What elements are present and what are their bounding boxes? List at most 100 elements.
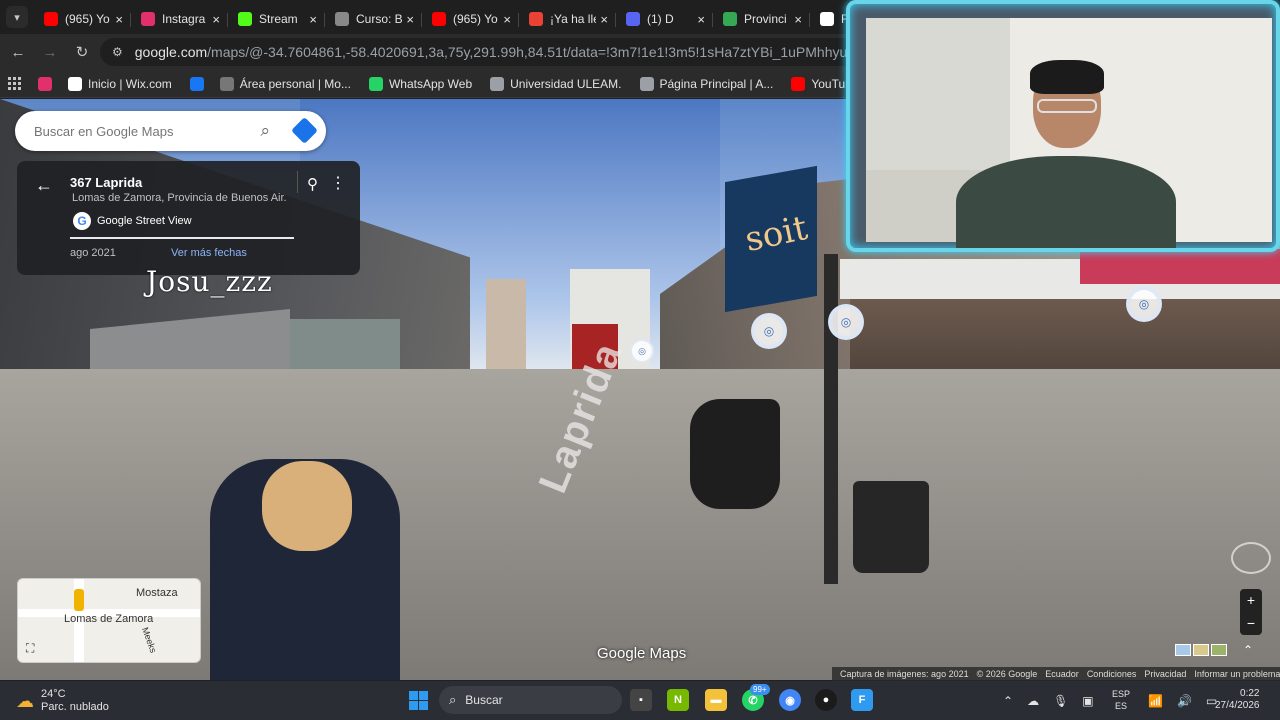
browser-tab[interactable]: Provinci × bbox=[713, 4, 810, 34]
partly-cloudy-icon: ☁ bbox=[16, 690, 34, 711]
browser-tab[interactable]: Instagra × bbox=[131, 4, 228, 34]
pegman-icon[interactable] bbox=[74, 589, 84, 611]
close-tab-icon[interactable]: × bbox=[600, 12, 608, 27]
bookmark-item[interactable] bbox=[38, 76, 58, 91]
close-tab-icon[interactable]: × bbox=[503, 12, 511, 27]
bookmark-item[interactable]: Inicio | Wix.com bbox=[68, 76, 172, 91]
site-info-icon[interactable]: ⚙ bbox=[112, 45, 123, 59]
chrome-icon[interactable]: ◉ bbox=[779, 689, 801, 711]
nvidia-icon[interactable]: N bbox=[667, 689, 689, 711]
reload-icon[interactable]: ↻ bbox=[68, 38, 96, 66]
bookmark-label: Página Principal | A... bbox=[659, 76, 774, 91]
search-icon[interactable]: ⌕ bbox=[260, 121, 270, 141]
back-icon[interactable]: ← bbox=[4, 38, 32, 66]
youtube-icon bbox=[44, 12, 58, 26]
wifi-icon[interactable]: 📶 bbox=[1148, 694, 1163, 708]
streamer-glasses bbox=[1037, 99, 1097, 113]
layer-thumb[interactable] bbox=[1193, 644, 1209, 656]
cloud-icon[interactable]: ☁ bbox=[1027, 694, 1039, 708]
google-maps-wordmark: Google Maps bbox=[597, 645, 687, 662]
back-arrow-icon[interactable]: ← bbox=[35, 175, 53, 196]
browser-tab[interactable]: (965) Yo × bbox=[34, 4, 131, 34]
browser-tab[interactable]: Stream × bbox=[228, 4, 325, 34]
maps-icon bbox=[723, 12, 737, 26]
privacy-link[interactable]: Privacidad bbox=[1144, 669, 1186, 679]
wikipedia-icon bbox=[820, 12, 834, 26]
terms-link[interactable]: Condiciones bbox=[1087, 669, 1137, 679]
youtube-icon bbox=[791, 76, 806, 91]
gmail-icon bbox=[529, 12, 543, 26]
place-subtitle: Lomas de Zamora, Provincia de Buenos Air… bbox=[72, 192, 287, 204]
language-code: ESP bbox=[1112, 689, 1131, 699]
discord-icon bbox=[626, 12, 640, 26]
street-view-nav-marker[interactable]: ◎ bbox=[751, 313, 787, 349]
apps-grid-icon[interactable] bbox=[8, 76, 22, 91]
maps-search-box[interactable]: ⌕ bbox=[15, 111, 326, 151]
url-host: google.com bbox=[134, 44, 208, 60]
browser-tab[interactable]: Curso: B × bbox=[325, 4, 422, 34]
forward-icon[interactable]: → bbox=[36, 38, 64, 66]
network-adapter-icon[interactable]: ▣ bbox=[1082, 694, 1093, 708]
task-view-icon[interactable]: ▪ bbox=[630, 689, 652, 711]
bookmark-item[interactable]: Área personal | Mo... bbox=[219, 76, 351, 91]
globe-icon bbox=[639, 76, 654, 91]
clock[interactable]: 0:22 27/4/2026 bbox=[1215, 688, 1260, 712]
tab-title: (965) Yo bbox=[453, 12, 498, 26]
browser-tab[interactable]: ¡Ya ha lle × bbox=[519, 4, 616, 34]
browser-tab[interactable]: (965) Yo × bbox=[422, 4, 519, 34]
volume-icon[interactable]: 🔊 bbox=[1177, 694, 1192, 708]
timeline-bar[interactable] bbox=[70, 237, 294, 239]
compass-icon[interactable] bbox=[1231, 542, 1271, 574]
place-title: 367 Laprida bbox=[70, 175, 143, 190]
chevron-up-icon[interactable]: ⌃ bbox=[1003, 694, 1013, 708]
close-tab-icon[interactable]: × bbox=[309, 12, 317, 27]
browser-tab[interactable]: (1) D × bbox=[616, 4, 713, 34]
bookmark-item[interactable]: Universidad ULEAM. bbox=[490, 76, 622, 91]
microphone-icon[interactable]: 🎙 bbox=[1053, 694, 1068, 708]
directions-icon[interactable] bbox=[291, 117, 318, 144]
report-problem-link[interactable]: Informar un problema bbox=[1194, 669, 1280, 679]
more-options-icon[interactable]: ⋮ bbox=[330, 173, 346, 193]
layer-thumb[interactable] bbox=[1211, 644, 1227, 656]
close-tab-icon[interactable]: × bbox=[115, 12, 123, 27]
tab-title: Provinci bbox=[744, 12, 787, 26]
time: 0:22 bbox=[1240, 688, 1260, 699]
close-tab-icon[interactable]: × bbox=[406, 12, 414, 27]
close-tab-icon[interactable]: × bbox=[794, 12, 802, 27]
country-link[interactable]: Ecuador bbox=[1045, 669, 1079, 679]
pedestrian-hair bbox=[262, 461, 352, 551]
windows-start-icon[interactable] bbox=[409, 691, 428, 710]
close-tab-icon[interactable]: × bbox=[697, 12, 705, 27]
recording-app-icon[interactable]: ● bbox=[815, 689, 837, 711]
youtube-icon bbox=[432, 12, 446, 26]
editor-app-icon[interactable]: F bbox=[851, 689, 873, 711]
layer-thumb[interactable] bbox=[1175, 644, 1191, 656]
close-tab-icon[interactable]: × bbox=[212, 12, 220, 27]
divider bbox=[297, 171, 298, 193]
wix-icon bbox=[68, 76, 82, 91]
minimap[interactable]: Mostaza Lomas de Zamora Meeks ⛶ bbox=[17, 578, 201, 663]
tab-search-icon[interactable]: ▾ bbox=[6, 6, 28, 28]
more-dates-link[interactable]: Ver más fechas bbox=[171, 247, 247, 259]
expand-icon[interactable]: ⛶ bbox=[26, 641, 34, 656]
street-view-nav-marker[interactable]: ◎ bbox=[1126, 286, 1162, 322]
zoom-out-button[interactable]: − bbox=[1240, 612, 1262, 635]
language-indicator[interactable]: ESP ES bbox=[1112, 688, 1130, 712]
imagery-layers[interactable]: ⌃ bbox=[1175, 643, 1253, 657]
location-pin-icon[interactable]: ⚲ bbox=[307, 175, 318, 193]
weather-widget[interactable]: ☁ 24°C Parc. nublado bbox=[16, 688, 109, 714]
bookmark-item[interactable] bbox=[189, 76, 210, 91]
bookmark-item[interactable]: Página Principal | A... bbox=[639, 76, 774, 91]
street-view-nav-marker[interactable]: ◎ bbox=[828, 304, 864, 340]
taskbar-search[interactable]: ⌕ Buscar bbox=[439, 686, 622, 714]
bookmark-item[interactable]: WhatsApp Web bbox=[368, 76, 472, 91]
zoom-in-button[interactable]: + bbox=[1240, 589, 1262, 612]
maps-search-input[interactable] bbox=[34, 123, 254, 139]
pole bbox=[824, 254, 838, 584]
chevron-up-icon[interactable]: ⌃ bbox=[1243, 643, 1253, 657]
copyright: © 2026 Google bbox=[976, 669, 1038, 679]
globe-icon bbox=[490, 76, 505, 91]
moodle-icon bbox=[335, 12, 349, 26]
file-explorer-icon[interactable]: ▬ bbox=[705, 689, 727, 711]
street-view-nav-marker[interactable]: ◎ bbox=[630, 339, 654, 363]
